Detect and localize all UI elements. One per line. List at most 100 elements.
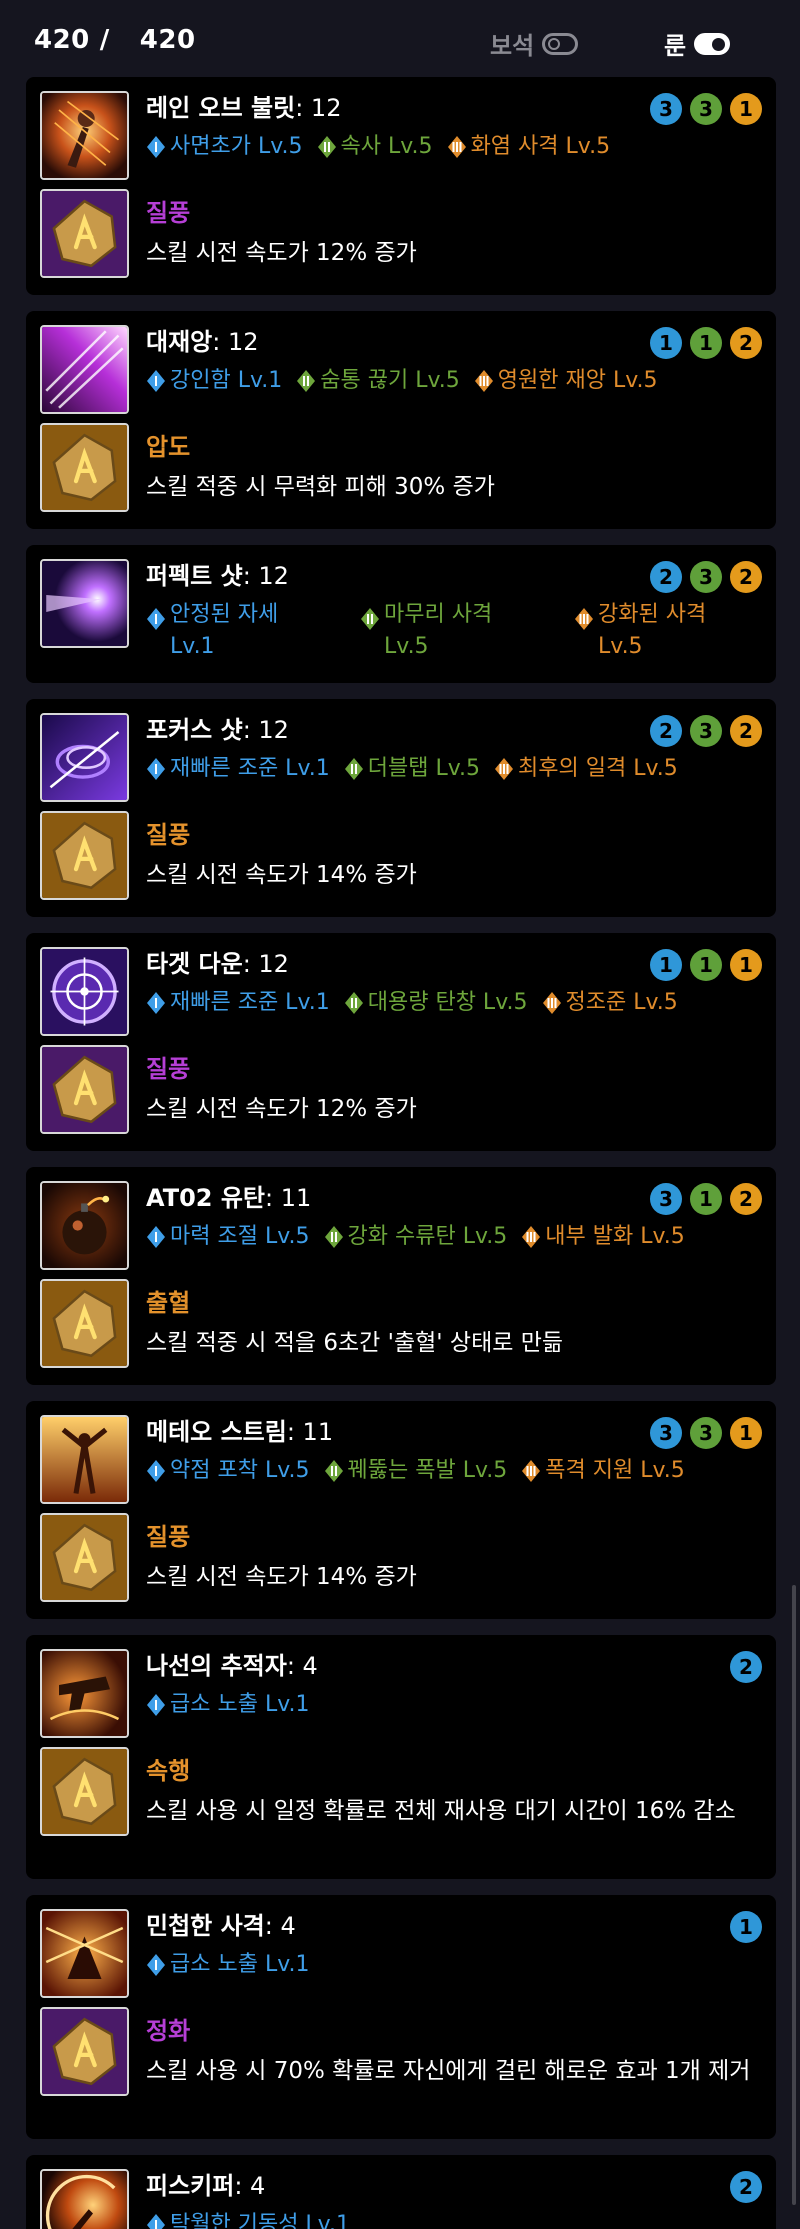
tripod-2[interactable]: 마무리 사격 Lv.5: [360, 599, 560, 663]
tripod-tier-3-icon: [494, 757, 514, 781]
tripod-2[interactable]: 속사 Lv.5: [317, 131, 433, 163]
tripod-label: 안정된 자세 Lv.1: [170, 599, 278, 663]
tripod-3[interactable]: 강화된 사격 Lv.5: [574, 599, 774, 663]
tripod-name: 급소 노출 Lv.1: [170, 1952, 310, 1977]
tripod-3[interactable]: 정조준 Lv.5: [542, 987, 678, 1019]
tripod-label: 내부 발화 Lv.5: [545, 1221, 685, 1253]
skill-level: : 11: [265, 1184, 312, 1212]
skill-card[interactable]: 레인 오브 불릿: 12 3 3 1 사면초가 Lv.5 속사 Lv.5 화염 사격 Lv.…: [26, 77, 776, 295]
tripod-1[interactable]: 탁월한 기동성 Lv.1: [146, 2209, 350, 2229]
tripod-1[interactable]: 마력 조절 Lv.5: [146, 1221, 310, 1253]
skill-title: 레인 오브 불릿: 12: [146, 91, 341, 125]
tripod-label: 대용량 탄창 Lv.5: [368, 987, 528, 1019]
tripod-name: 급소 노출 Lv.1: [170, 1692, 310, 1717]
skill-card[interactable]: 피스키퍼: 4 2 탁월한 기동성 Lv.1: [26, 2155, 776, 2229]
tripod-1[interactable]: 급소 노출 Lv.1: [146, 1949, 310, 1981]
rune-description: 스킬 시전 속도가 14% 증가: [146, 1564, 417, 1590]
tripod-badges: 111: [650, 949, 762, 981]
rune-description: 스킬 시전 속도가 12% 증가: [146, 240, 417, 266]
tripod-name: 강화된 사격: [598, 602, 707, 627]
target-down-icon[interactable]: [40, 947, 129, 1036]
agile-shot-icon[interactable]: [40, 1909, 129, 1998]
skill-name: 민첩한 사격: [146, 1912, 265, 1940]
tripod-badge-1: 1: [650, 327, 682, 359]
rune-switch-on-icon[interactable]: [694, 32, 731, 55]
gem-toggle[interactable]: 보석: [490, 26, 579, 61]
tripod-1[interactable]: 재빠른 조준 Lv.1: [146, 987, 330, 1019]
meteor-stream-icon[interactable]: [40, 1415, 129, 1504]
skill-card[interactable]: 타겟 다운: 12 1 1 1 재빠른 조준 Lv.1 대용량 탄창 Lv.5 정조준 Lv…: [26, 933, 776, 1151]
tripod-badge-3: 1: [730, 93, 762, 125]
catastrophe-icon[interactable]: [40, 325, 129, 414]
skill-card[interactable]: 대재앙: 12 1 1 2 강인함 Lv.1 숨통 끊기 Lv.5 영원한 재앙 Lv.5 압…: [26, 311, 776, 529]
skill-card[interactable]: AT02 유탄: 11 3 1 2 마력 조절 Lv.5 강화 수류탄 Lv.5 내부 발화…: [26, 1167, 776, 1385]
rune-icon[interactable]: [40, 423, 129, 512]
tripod-list: 사면초가 Lv.5 속사 Lv.5 화염 사격 Lv.5: [146, 131, 610, 163]
tripod-1[interactable]: 약점 포착 Lv.5: [146, 1455, 310, 1487]
tripod-name: 강화 수류탄 Lv.5: [347, 1224, 508, 1249]
tripod-2[interactable]: 대용량 탄창 Lv.5: [344, 987, 528, 1019]
tripod-1[interactable]: 급소 노출 Lv.1: [146, 1689, 310, 1721]
rune-icon[interactable]: [40, 811, 129, 900]
skill-row: 피스키퍼: 4 2 탁월한 기동성 Lv.1: [26, 2169, 776, 2229]
tripod-label: 꿰뚫는 폭발 Lv.5: [348, 1455, 508, 1487]
skill-row: 메테오 스트림: 11 3 3 1 약점 포착 Lv.5 꿰뚫는 폭발 Lv.5 폭격 지원…: [26, 1415, 776, 1515]
tripod-3[interactable]: 내부 발화 Lv.5: [521, 1221, 685, 1253]
tripod-2[interactable]: 꿰뚫는 폭발 Lv.5: [324, 1455, 508, 1487]
tripod-3[interactable]: 폭격 지원 Lv.5: [521, 1455, 685, 1487]
peacekeeper-icon[interactable]: [40, 2169, 129, 2229]
tripod-label: 재빠른 조준 Lv.1: [170, 987, 330, 1019]
tripod-1[interactable]: 강인함 Lv.1: [146, 365, 282, 397]
skill-name: 대재앙: [146, 328, 213, 356]
rune-toggle[interactable]: 룬: [664, 26, 731, 61]
tripod-3[interactable]: 최후의 일격 Lv.5: [494, 753, 678, 785]
tripod-name: 영원한 재앙 Lv.5: [497, 368, 658, 393]
skill-card[interactable]: 퍼펙트 샷: 12 2 3 2 안정된 자세 Lv.1 마무리 사격 Lv.5 강화된 사격 Lv…: [26, 545, 776, 683]
skill-row: 레인 오브 불릿: 12 3 3 1 사면초가 Lv.5 속사 Lv.5 화염 사격 Lv.…: [26, 91, 776, 191]
tripod-name: 대용량 탄창 Lv.5: [367, 990, 528, 1015]
rune-name: 질풍: [146, 1523, 191, 1551]
skill-card[interactable]: 메테오 스트림: 11 3 3 1 약점 포착 Lv.5 꿰뚫는 폭발 Lv.5 폭격 지원…: [26, 1401, 776, 1619]
tripod-tier-2-icon: [324, 1225, 344, 1249]
gem-switch-off-icon[interactable]: [542, 32, 579, 55]
rune-icon[interactable]: [40, 189, 129, 278]
perfect-shot-icon[interactable]: [40, 559, 129, 648]
rune-icon[interactable]: [40, 2007, 129, 2096]
tripod-1[interactable]: 안정된 자세 Lv.1: [146, 599, 346, 663]
skill-card[interactable]: 민첩한 사격: 4 1 급소 노출 Lv.1 정화 스킬 사용 시 70% 확률로 자신…: [26, 1895, 776, 2139]
tripod-label: 마무리 사격 Lv.5: [384, 599, 492, 663]
skill-level: : 4: [264, 1912, 296, 1940]
rune-icon[interactable]: [40, 1513, 129, 1602]
rune-row: 질풍 스킬 시전 속도가 14% 증가: [26, 811, 776, 917]
rune-icon[interactable]: [40, 1279, 129, 1368]
skill-card[interactable]: 나선의 추적자: 4 2 급소 노출 Lv.1 속행 스킬 사용 시 일정 확률로 전체…: [26, 1635, 776, 1879]
tripod-badge-3: 2: [730, 327, 762, 359]
scrollbar[interactable]: [792, 1585, 796, 2205]
tripod-1[interactable]: 재빠른 조준 Lv.1: [146, 753, 330, 785]
tripod-tier-3-icon: [542, 991, 562, 1015]
rune-icon[interactable]: [40, 1747, 129, 1836]
focus-shot-icon[interactable]: [40, 713, 129, 802]
tripod-tier-1-icon: [146, 991, 166, 1015]
tripod-tier-2-icon: [317, 135, 337, 159]
tripod-badge-1: 2: [650, 715, 682, 747]
tripod-1[interactable]: 사면초가 Lv.5: [146, 131, 303, 163]
rune-icon[interactable]: [40, 1045, 129, 1134]
rain-of-bullets-icon[interactable]: [40, 91, 129, 180]
rune-name: 속행: [146, 1757, 191, 1785]
tripod-2[interactable]: 숨통 끊기 Lv.5: [296, 365, 460, 397]
tripod-badge-3: 1: [730, 1417, 762, 1449]
tripod-name: 안정된 자세: [170, 602, 279, 627]
tripod-tier-3-icon: [521, 1225, 541, 1249]
tripod-3[interactable]: 영원한 재앙 Lv.5: [474, 365, 658, 397]
rune-row: 압도 스킬 적중 시 무력화 피해 30% 증가: [26, 423, 776, 529]
spiral-tracker-icon[interactable]: [40, 1649, 129, 1738]
tripod-name: 탁월한 기동성 Lv.1: [170, 2212, 350, 2229]
tripod-2[interactable]: 더블탭 Lv.5: [344, 753, 480, 785]
skill-card[interactable]: 포커스 샷: 12 2 3 2 재빠른 조준 Lv.1 더블탭 Lv.5 최후의 일격 Lv…: [26, 699, 776, 917]
tripod-name: 최후의 일격 Lv.5: [518, 756, 678, 781]
at02-grenade-icon[interactable]: [40, 1181, 129, 1270]
tripod-3[interactable]: 화염 사격 Lv.5: [447, 131, 610, 163]
tripod-2[interactable]: 강화 수류탄 Lv.5: [324, 1221, 508, 1253]
skill-points: 420 / 420: [34, 25, 196, 55]
